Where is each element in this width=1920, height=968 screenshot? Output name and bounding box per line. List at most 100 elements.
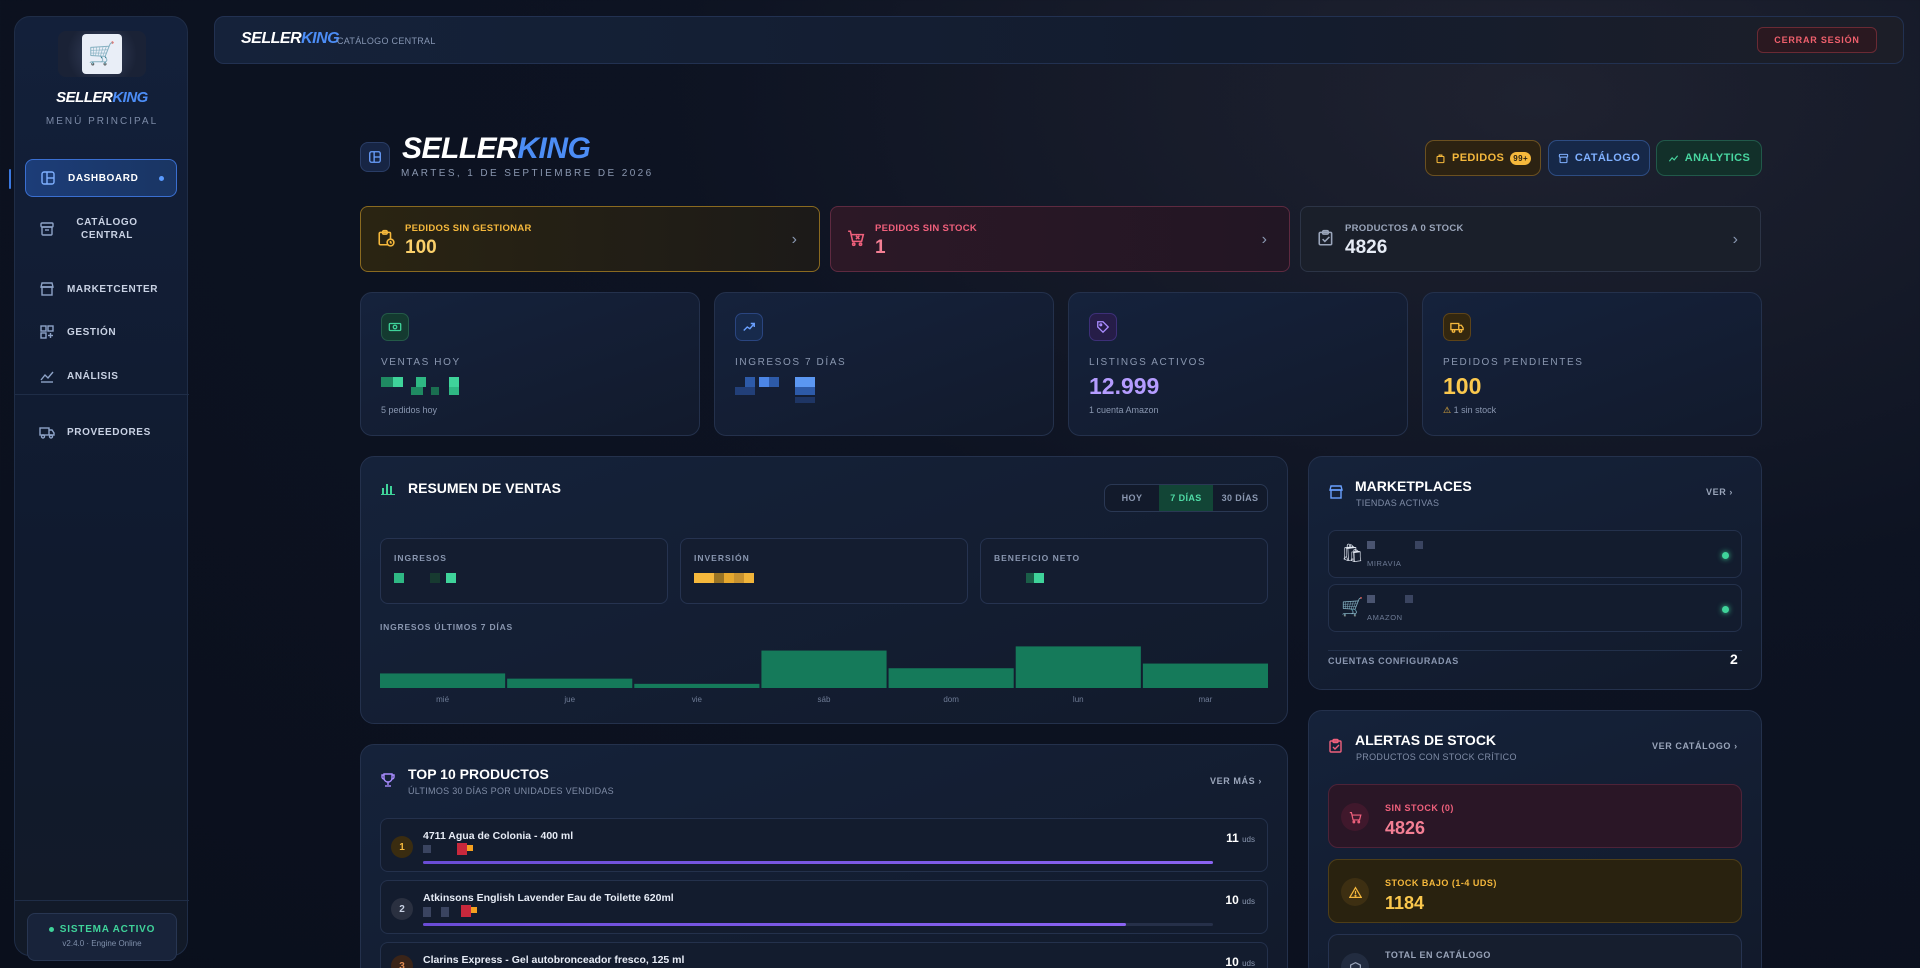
units-progress-fill xyxy=(423,923,1127,926)
sidebar-item-label: DASHBOARD xyxy=(68,172,139,184)
stock-card-low-stock[interactable]: STOCK BAJO (1-4 UDS) 1184 xyxy=(1328,859,1742,923)
stat-investment: INVERSIÓN xyxy=(680,538,968,604)
catalog-button[interactable]: CATÁLOGO xyxy=(1548,140,1650,176)
view-more-link[interactable]: VER MÁS › xyxy=(1210,776,1262,786)
kpi-label: VENTAS HOY xyxy=(381,357,461,368)
stock-card-no-stock[interactable]: SIN STOCK (0) 4826 xyxy=(1328,784,1742,848)
kpi-value: 100 xyxy=(1443,373,1482,399)
orders-badge: 99+ xyxy=(1510,151,1532,165)
stat-label: INVERSIÓN xyxy=(694,553,750,563)
sidebar-divider xyxy=(15,394,189,395)
dashboard-header-icon xyxy=(360,142,390,172)
alert-card-unmanaged-orders[interactable]: PEDIDOS SIN GESTIONAR 100 › xyxy=(360,206,820,272)
bar-mar[interactable] xyxy=(1142,663,1268,688)
analytics-label: ANALYTICS xyxy=(1684,152,1751,164)
x-tick-label: dom xyxy=(943,695,959,704)
revenue-bar-chart xyxy=(380,646,1268,688)
kpi-card-sales-today: VENTAS HOY 5 pedidos hoy xyxy=(360,292,700,436)
app-logo[interactable]: 🛒 xyxy=(58,31,146,77)
status-dot xyxy=(1722,552,1729,559)
alert-label: PEDIDOS SIN STOCK xyxy=(875,223,978,234)
truck-icon xyxy=(39,427,55,439)
sidebar-item-label: ANÁLISIS xyxy=(67,370,119,382)
configured-accounts-label: CUENTAS CONFIGURADAS xyxy=(1328,656,1459,666)
analytics-button[interactable]: ANALYTICS xyxy=(1656,140,1762,176)
divider xyxy=(1328,650,1742,651)
sidebar-item-analisis[interactable]: ANÁLISIS xyxy=(25,357,177,395)
range-30d[interactable]: 30 DÍAS xyxy=(1213,485,1267,511)
configured-accounts-value: 2 xyxy=(1730,651,1738,667)
stock-alerts-title: ALERTAS DE STOCK xyxy=(1355,732,1497,748)
analytics-icon xyxy=(1668,154,1678,162)
sidebar-item-catalogo[interactable]: CATÁLOGO CENTRAL xyxy=(25,207,177,251)
archive-icon xyxy=(40,222,54,236)
stock-value: 1184 xyxy=(1385,893,1425,913)
topbar-brand[interactable]: SELLERKING xyxy=(241,30,340,48)
x-tick-label: mié xyxy=(436,695,450,704)
marketplaces-view-link[interactable]: VER › xyxy=(1706,487,1733,497)
kpi-value: 12.999 xyxy=(1089,373,1160,399)
view-catalog-link[interactable]: VER CATÁLOGO › xyxy=(1652,741,1738,751)
bar-jue[interactable] xyxy=(507,678,633,688)
product-name: Clarins Express - Gel autobronceador fre… xyxy=(423,954,685,966)
units-progress-fill xyxy=(423,861,1213,864)
chart-label: INGRESOS ÚLTIMOS 7 DÍAS xyxy=(380,622,514,632)
catalog-label: CATÁLOGO xyxy=(1574,152,1641,164)
alert-value: 1 xyxy=(875,237,886,258)
trophy-icon xyxy=(381,773,395,787)
alert-card-zero-stock[interactable]: PRODUCTOS A 0 STOCK 4826 › xyxy=(1300,206,1761,272)
orders-button[interactable]: PEDIDOS 99+ xyxy=(1425,140,1541,176)
alert-card-no-stock-orders[interactable]: PEDIDOS SIN STOCK 1 › xyxy=(830,206,1290,272)
marketplace-row-amazon[interactable]: 🛒 AMAZON xyxy=(1328,584,1742,632)
product-row[interactable]: 3 Clarins Express - Gel autobronceador f… xyxy=(380,942,1268,968)
marketplace-row-miravia[interactable]: 🛍 MIRAVIA xyxy=(1328,530,1742,578)
top-bar: SELLERKING CATÁLOGO CENTRAL CERRAR SESIÓ… xyxy=(214,16,1904,64)
truck-icon xyxy=(1443,313,1471,341)
tag-icon xyxy=(1089,313,1117,341)
sidebar-item-dashboard[interactable]: DASHBOARD xyxy=(25,159,177,197)
product-row[interactable]: 1 4711 Agua de Colonia - 400 ml 11 uds xyxy=(380,818,1268,872)
stat-net-profit: BENEFICIO NETO xyxy=(980,538,1268,604)
chevron-right-icon: › xyxy=(791,231,797,248)
product-qty: 10 uds xyxy=(1225,893,1255,907)
qty-unit: uds xyxy=(1242,897,1255,906)
x-tick-label: sáb xyxy=(817,695,831,704)
x-tick-label: mar xyxy=(1198,695,1213,704)
qty-unit: uds xyxy=(1242,959,1255,968)
bar-vie[interactable] xyxy=(634,683,760,688)
stat-label: INGRESOS xyxy=(394,553,447,563)
sidebar-item-label: CATÁLOGO CENTRAL xyxy=(76,217,138,241)
bar-sáb[interactable] xyxy=(761,650,887,688)
product-name: Atkinsons English Lavender Eau de Toilet… xyxy=(423,892,674,904)
cart-logo-icon: 🛒 xyxy=(82,34,122,74)
logout-button[interactable]: CERRAR SESIÓN xyxy=(1757,27,1877,53)
page-title: SELLERKING xyxy=(402,132,591,165)
system-status-title: SISTEMA ACTIVO xyxy=(28,924,176,935)
range-7d[interactable]: 7 DÍAS xyxy=(1159,485,1213,511)
bar-mié[interactable] xyxy=(380,673,506,688)
chevron-right-icon: › xyxy=(1732,231,1738,248)
stock-card-total[interactable]: TOTAL EN CATÁLOGO xyxy=(1328,934,1742,968)
clipboard-check-icon xyxy=(1329,738,1342,753)
sidebar-item-label: GESTIÓN xyxy=(67,326,117,338)
sidebar-item-gestion[interactable]: GESTIÓN xyxy=(25,313,177,351)
product-row[interactable]: 2 Atkinsons English Lavender Eau de Toil… xyxy=(380,880,1268,934)
units-progress-track xyxy=(423,861,1213,864)
qty-value: 10 xyxy=(1225,955,1239,968)
bar-dom[interactable] xyxy=(888,668,1014,688)
kpi-card-active-listings: LISTINGS ACTIVOS 12.999 1 cuenta Amazon xyxy=(1068,292,1408,436)
range-hoy[interactable]: HOY xyxy=(1105,485,1159,511)
sidebar-item-label: PROVEEDORES xyxy=(67,426,151,438)
kpi-sub: 5 pedidos hoy xyxy=(381,405,438,415)
alert-label: PRODUCTOS A 0 STOCK xyxy=(1345,223,1464,234)
product-qty: 11 uds xyxy=(1226,831,1255,845)
box-icon xyxy=(1341,953,1369,968)
dashboard-icon xyxy=(41,171,55,185)
kpi-card-pending-orders: PEDIDOS PENDIENTES 100 ⚠ 1 sin stock xyxy=(1422,292,1762,436)
bar-lun[interactable] xyxy=(1015,646,1141,688)
sidebar-item-marketcenter[interactable]: MARKETCENTER xyxy=(25,270,177,308)
active-dot xyxy=(159,176,164,181)
rank-badge: 1 xyxy=(391,836,413,858)
units-progress-track xyxy=(423,923,1213,926)
sidebar-item-proveedores[interactable]: PROVEEDORES xyxy=(25,413,177,451)
